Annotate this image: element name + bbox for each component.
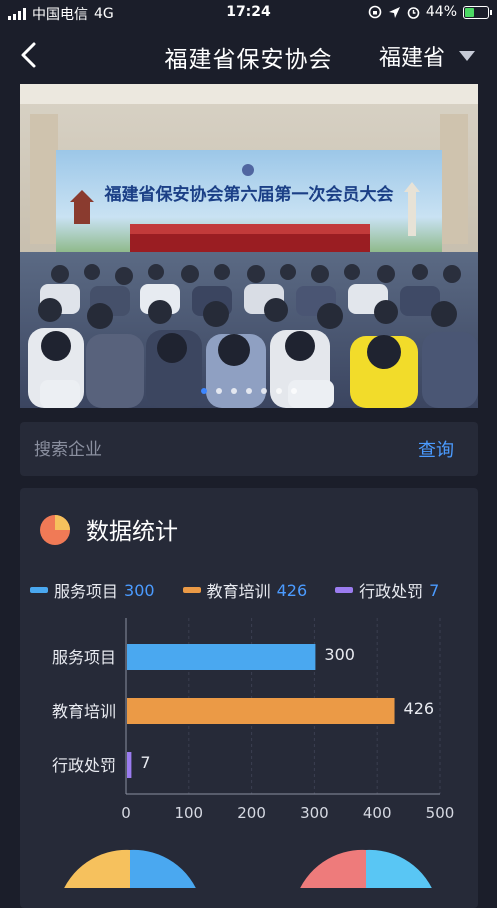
banner-photo: 福建省保安协会第六届第一次会员大会 <box>20 84 478 408</box>
bar-value-label: 7 <box>140 753 150 772</box>
legend-swatch <box>30 587 48 593</box>
legend-item[interactable]: 行政处罚 7 <box>335 578 439 602</box>
legend-swatch <box>182 587 201 593</box>
y-tick-label: 服务项目 <box>52 648 116 667</box>
bar-chart: 0 100 200 300 400 500 服务项目 300 教育培训 426 行政处罚 7 <box>52 618 455 822</box>
search-input[interactable] <box>32 430 376 470</box>
y-tick-label: 行政处罚 <box>52 756 116 775</box>
legend-value: 426 <box>276 580 308 600</box>
stats-title: 数据统计 <box>86 519 178 545</box>
region-selector[interactable]: 福建省 <box>379 40 475 72</box>
stats-header: 数据统计 <box>38 512 178 546</box>
search-bar: 查询 <box>20 422 478 476</box>
banner-carousel[interactable]: 福建省保安协会第六届第一次会员大会 <box>20 84 478 408</box>
bar <box>127 698 395 724</box>
x-tick-label: 300 <box>300 804 329 822</box>
battery-icon <box>463 5 492 19</box>
pie-left-slice-yellow <box>64 849 130 888</box>
legend-item[interactable]: 服务项目 300 <box>30 578 155 602</box>
status-bar: 中国电信 4G 17:24 44% <box>0 0 497 26</box>
chevron-down-icon <box>459 51 475 61</box>
carousel-indicators <box>20 388 478 394</box>
bar-value-label: 300 <box>324 645 355 664</box>
location-icon <box>388 6 400 18</box>
legend-item[interactable]: 教育培训 426 <box>182 578 308 602</box>
status-right: 44% <box>368 4 492 20</box>
legend-label: 行政处罚 <box>359 582 424 601</box>
carousel-dot[interactable] <box>216 388 222 394</box>
x-tick-label: 200 <box>237 804 266 822</box>
legend-value: 7 <box>429 580 440 600</box>
x-tick-label: 400 <box>363 804 392 822</box>
battery-percent: 44% <box>425 4 457 20</box>
pie-right-slice-blue <box>366 849 432 888</box>
legend-label: 教育培训 <box>206 582 271 601</box>
pie-left-slice-blue <box>130 849 196 888</box>
banner-backdrop-text: 福建省保安协会第六届第一次会员大会 <box>104 184 394 205</box>
x-tick-label: 0 <box>121 804 131 822</box>
bar-value-label: 426 <box>404 699 435 718</box>
carousel-dot[interactable] <box>201 388 207 394</box>
chart-legend: 服务项目 300 教育培训 426 行政处罚 7 <box>30 578 439 602</box>
y-tick-label: 教育培训 <box>52 702 116 721</box>
carousel-dot[interactable] <box>261 388 267 394</box>
alarm-icon <box>407 6 420 19</box>
legend-swatch <box>335 587 354 593</box>
rotation-lock-icon <box>368 5 382 19</box>
region-label: 福建省 <box>378 46 445 71</box>
pie-charts-preview <box>64 849 432 888</box>
bar <box>127 752 132 778</box>
bar <box>127 644 316 670</box>
carousel-dot[interactable] <box>276 388 282 394</box>
stats-card: 数据统计 服务项目 300 教育培训 426 行政处罚 7 0 100 200 300 400 50… <box>20 488 478 908</box>
pie-chart-icon <box>40 515 70 545</box>
x-tick-label: 100 <box>174 804 203 822</box>
x-tick-label: 500 <box>426 804 455 822</box>
pie-right-slice-red <box>300 849 366 888</box>
legend-label: 服务项目 <box>54 582 119 601</box>
nav-bar: 福建省保安协会 福建省 <box>0 26 497 84</box>
carousel-dot[interactable] <box>231 388 237 394</box>
query-button[interactable]: 查询 <box>418 436 454 462</box>
carousel-dot[interactable] <box>291 388 297 394</box>
carousel-dot[interactable] <box>246 388 252 394</box>
legend-value: 300 <box>124 580 155 600</box>
